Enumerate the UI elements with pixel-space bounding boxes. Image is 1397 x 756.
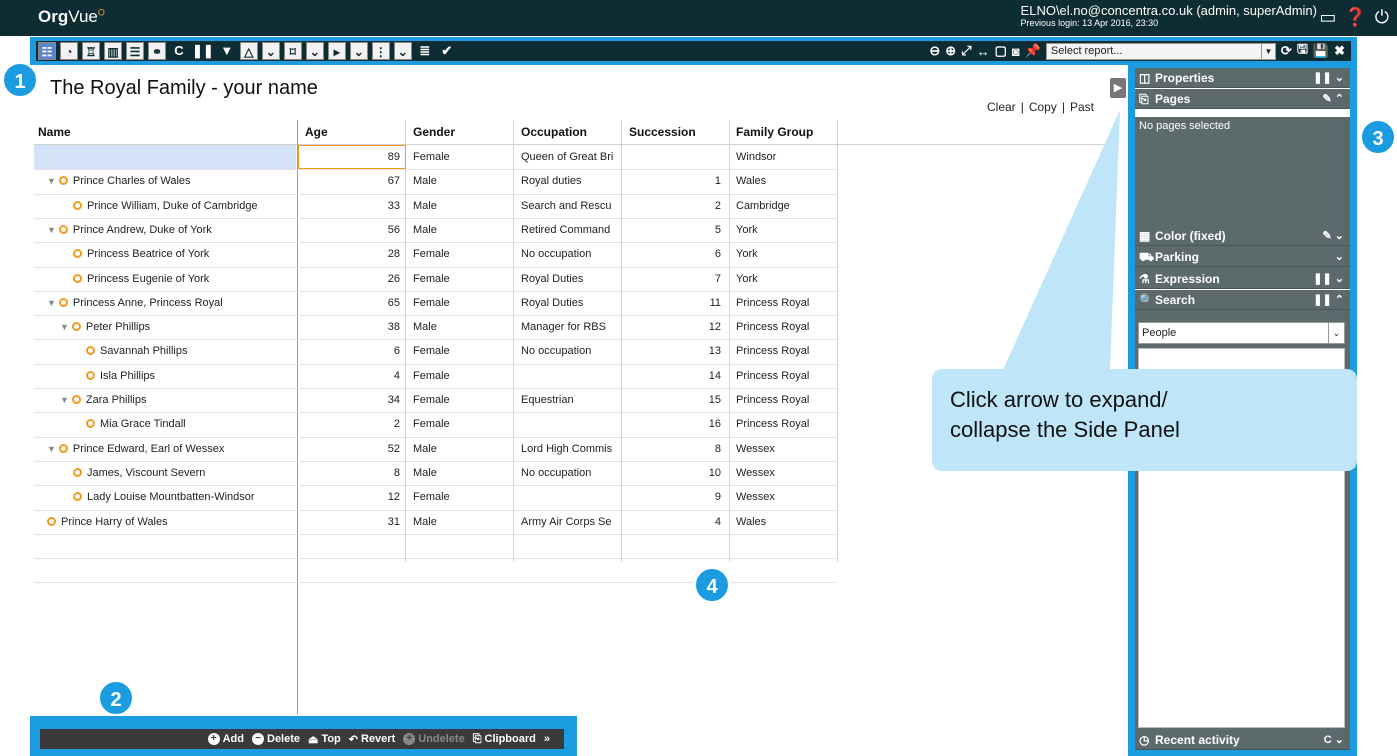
app-window: OrgVueO ELNO\el.no@concentra.co.uk (admi…	[0, 0, 1397, 756]
tooltip-line-2: collapse the Side Panel	[950, 417, 1180, 442]
tooltip-line-1: Click arrow to expand/	[950, 387, 1168, 412]
help-tooltip: Click arrow to expand/ collapse the Side…	[932, 369, 1357, 471]
